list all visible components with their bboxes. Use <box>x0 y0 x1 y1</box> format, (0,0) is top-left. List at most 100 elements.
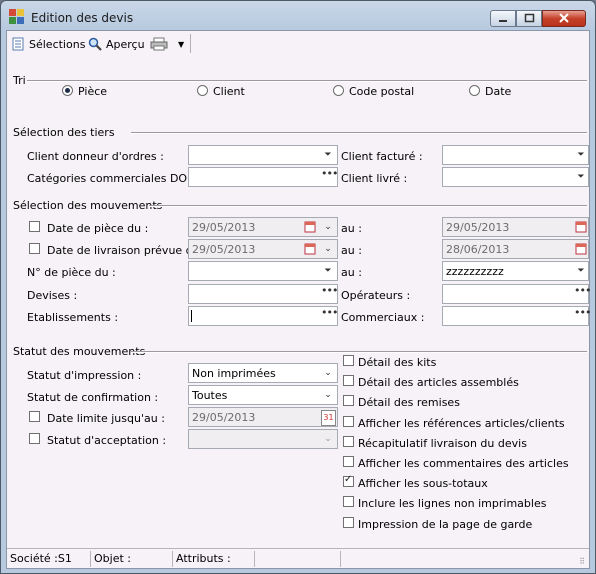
client-livre-label: Client livré : <box>341 172 408 185</box>
date-livraison-au-label: au : <box>341 244 362 257</box>
print-menu-arrow-icon[interactable]: ▼ <box>178 40 184 49</box>
tri-radio-code-postal[interactable] <box>333 85 344 96</box>
numero-piece-to-combo[interactable]: zzzzzzzzzz ⏷ <box>442 261 589 281</box>
etablissements-field[interactable]: ••• <box>188 306 338 326</box>
option-label: Afficher les commentaires des articles <box>358 457 569 470</box>
date-piece-to-field[interactable]: 29/05/2013 <box>442 217 589 237</box>
option-label: Récapitulatif livraison du devis <box>358 437 527 450</box>
numero-piece-from-combo[interactable]: ⏷ <box>188 261 338 281</box>
devises-field[interactable]: ••• <box>188 284 338 304</box>
date-limite-field[interactable]: 29/05/2013 31 <box>188 407 338 427</box>
resize-grip-icon[interactable]: ⠿ <box>579 557 585 566</box>
option-checkbox[interactable] <box>343 474 354 487</box>
option-label: Détail des remises <box>358 396 460 409</box>
double-chevron-down-icon[interactable]: ⏷ <box>574 147 588 163</box>
tri-radio-date[interactable] <box>469 85 480 96</box>
statut-section-title: Statut des mouvements <box>13 345 146 358</box>
client-facture-combo[interactable]: ⏷ <box>442 145 589 165</box>
option-checkbox[interactable] <box>343 375 354 386</box>
option-checkbox[interactable] <box>343 416 354 427</box>
double-chevron-down-icon[interactable]: ⏷ <box>321 147 335 163</box>
selections-button[interactable]: Sélections <box>11 36 85 52</box>
categories-label: Catégories commerciales DO : <box>27 172 195 185</box>
option-checkbox[interactable] <box>343 436 354 447</box>
maximize-button[interactable] <box>516 10 542 27</box>
acceptation-select[interactable]: ⌄ <box>188 429 338 449</box>
minimize-icon <box>499 20 507 22</box>
numero-piece-au-label: au : <box>341 266 362 279</box>
toolbar: Sélections Aperçu ▼ <box>7 31 589 57</box>
chevron-down-icon[interactable]: ⌄ <box>321 387 335 403</box>
acceptation-checkbox[interactable] <box>29 433 40 444</box>
tri-radio-client[interactable] <box>197 85 208 96</box>
ellipsis-icon[interactable]: ••• <box>574 307 591 324</box>
status-divider <box>90 551 91 567</box>
date-livraison-label: Date de livraison prévue du : <box>47 244 207 257</box>
tiers-section-title: Sélection des tiers <box>13 126 115 139</box>
confirmation-select[interactable]: Toutes ⌄ <box>188 385 338 405</box>
apercu-label: Aperçu <box>106 37 145 51</box>
date-limite-checkbox[interactable] <box>29 411 40 422</box>
text-cursor <box>191 310 192 322</box>
impression-select[interactable]: Non imprimées ⌄ <box>188 363 338 383</box>
apercu-button[interactable]: Aperçu <box>88 36 145 52</box>
date-livraison-checkbox[interactable] <box>29 243 40 254</box>
categories-field[interactable]: ••• <box>188 167 338 187</box>
status-bar: Société :S1 Objet : Attributs : ⠿ <box>7 548 589 569</box>
date-piece-from-field[interactable]: 29/05/2013 ⌄ <box>188 217 338 237</box>
chevron-down-icon[interactable]: ⌄ <box>321 219 335 235</box>
client-donneur-label: Client donneur d'ordres : <box>27 150 164 163</box>
double-chevron-down-icon[interactable]: ⏷ <box>574 263 588 279</box>
chevron-down-icon[interactable]: ⌄ <box>321 241 335 257</box>
status-divider <box>172 551 173 567</box>
date-livraison-to-field[interactable]: 28/06/2013 <box>442 239 589 259</box>
date-piece-checkbox[interactable] <box>29 221 40 232</box>
option-checkbox[interactable] <box>343 456 354 467</box>
date-livraison-from-value: 29/05/2013 <box>192 243 256 256</box>
status-attributs: Attributs : <box>176 552 231 565</box>
operateurs-label: Opérateurs : <box>341 289 411 302</box>
option-label: Afficher les sous-totaux <box>358 477 488 490</box>
option-label: Détail des articles assemblés <box>358 376 519 389</box>
numero-piece-label: N° de pièce du : <box>27 266 116 279</box>
close-icon <box>559 13 569 23</box>
option-checkbox[interactable] <box>343 355 354 366</box>
client-donneur-combo[interactable]: ⏷ <box>188 145 338 165</box>
acceptation-label: Statut d'acceptation : <box>47 434 167 447</box>
title-bar[interactable]: Edition des devis <box>1 1 595 29</box>
ellipsis-icon[interactable]: ••• <box>321 307 338 324</box>
calendar-icon[interactable]: 31 <box>321 410 336 426</box>
selections-label: Sélections <box>29 37 86 51</box>
date-piece-to-value: 29/05/2013 <box>446 221 510 234</box>
print-button[interactable]: ▼ <box>150 36 184 52</box>
date-limite-label: Date limite jusqu'au : <box>47 412 165 425</box>
impression-label: Statut d'impression : <box>27 369 142 382</box>
option-checkbox[interactable] <box>343 496 354 507</box>
chevron-down-icon[interactable]: ⌄ <box>321 365 335 381</box>
calendar-icon[interactable] <box>574 219 588 235</box>
ellipsis-icon[interactable]: ••• <box>321 168 338 185</box>
ellipsis-icon[interactable]: ••• <box>321 285 338 302</box>
calendar-icon[interactable] <box>574 241 588 257</box>
calendar-icon[interactable] <box>303 219 317 235</box>
minimize-button[interactable] <box>490 10 516 27</box>
calendar-icon[interactable] <box>303 241 317 257</box>
tri-option-label: Client <box>213 85 245 98</box>
client-livre-combo[interactable]: ⏷ <box>442 167 589 187</box>
option-checkbox[interactable] <box>343 517 354 528</box>
numero-piece-to-value: zzzzzzzzzz <box>446 265 504 278</box>
tri-radio-piece[interactable] <box>62 85 73 96</box>
close-button[interactable] <box>542 10 586 27</box>
commerciaux-field[interactable]: ••• <box>442 306 591 326</box>
chevron-down-icon[interactable]: ⌄ <box>321 431 335 447</box>
date-livraison-from-field[interactable]: 29/05/2013 ⌄ <box>188 239 338 259</box>
operateurs-field[interactable]: ••• <box>442 284 591 304</box>
double-chevron-down-icon[interactable]: ⏷ <box>574 169 588 185</box>
confirmation-label: Statut de confirmation : <box>27 391 159 404</box>
app-window: Edition des devis Sélections Aperçu ▼ Tr… <box>0 0 596 574</box>
option-checkbox[interactable] <box>343 395 354 406</box>
ellipsis-icon[interactable]: ••• <box>574 285 591 302</box>
tri-label: Tri <box>13 74 26 87</box>
double-chevron-down-icon[interactable]: ⏷ <box>321 263 335 279</box>
client-facture-label: Client facturé : <box>341 150 423 163</box>
